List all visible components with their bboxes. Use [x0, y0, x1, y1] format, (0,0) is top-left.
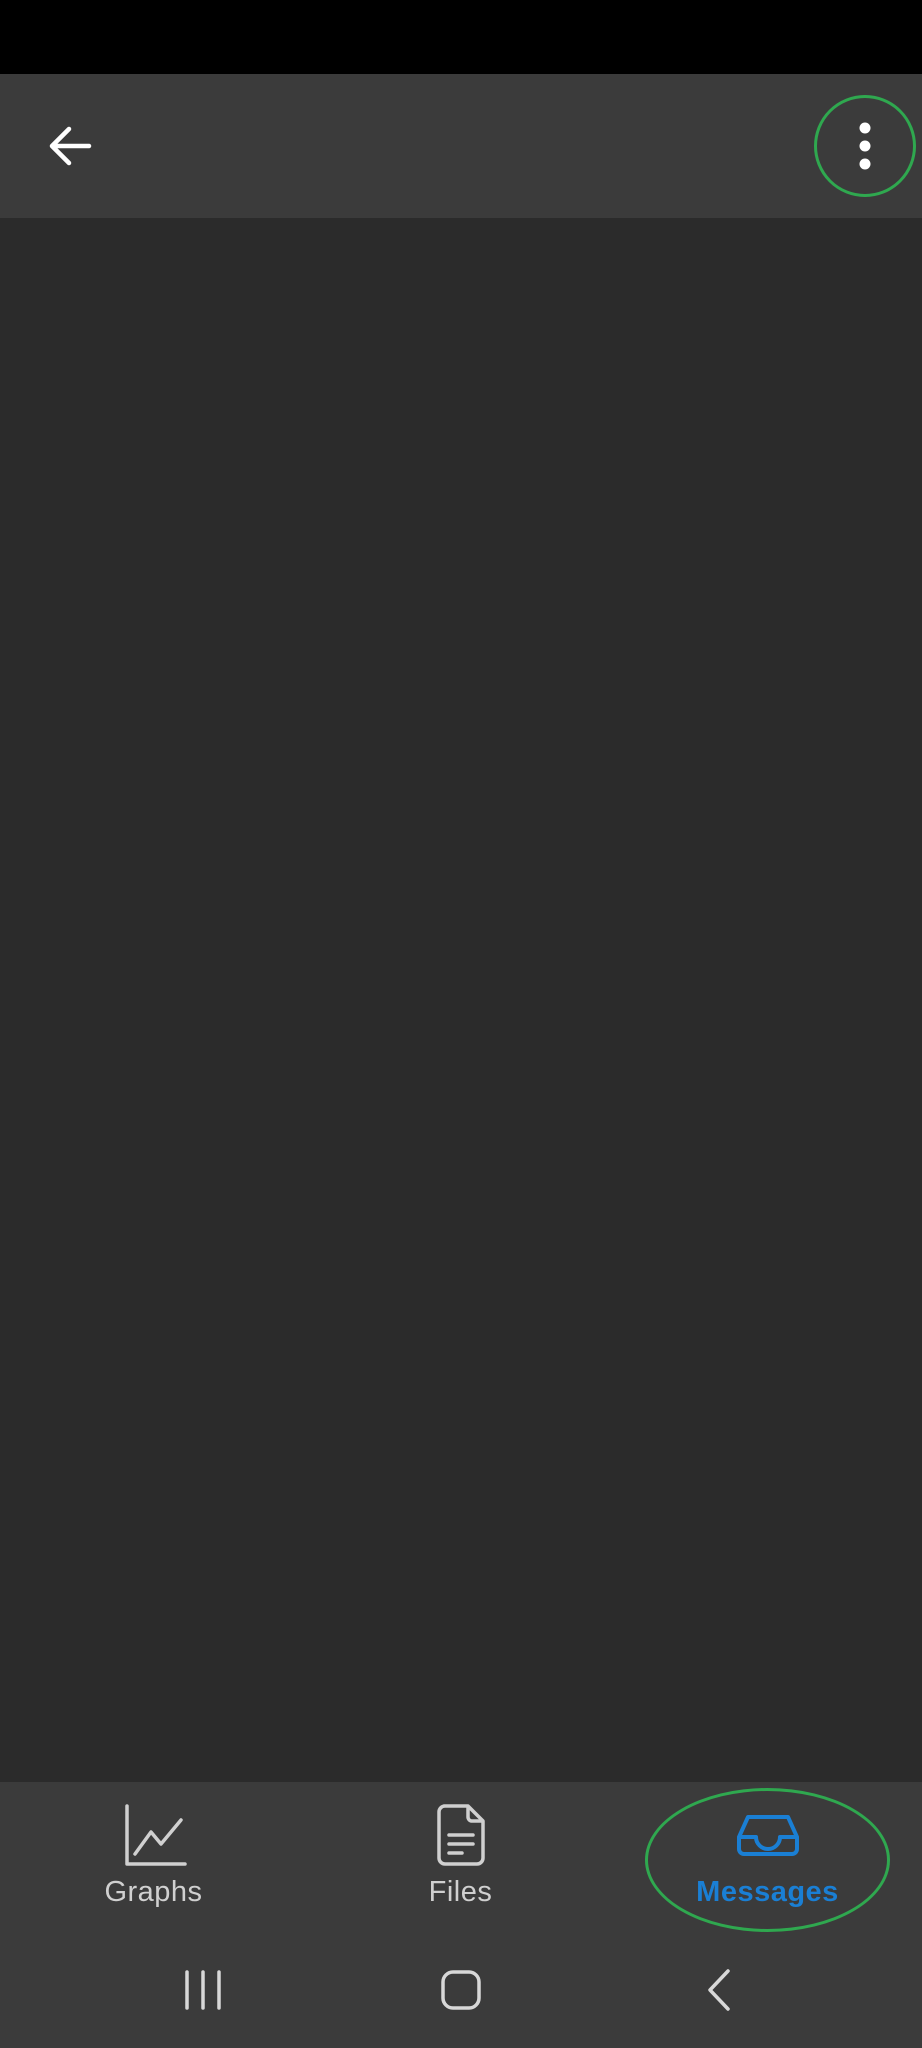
chart-line-icon [119, 1800, 189, 1870]
nav-item-graphs[interactable]: Graphs [0, 1782, 307, 1932]
more-options-button[interactable] [815, 96, 915, 196]
nav-label-graphs: Graphs [104, 1876, 203, 1908]
nav-item-messages[interactable]: Messages [614, 1782, 921, 1932]
recents-icon [185, 1970, 221, 2010]
system-back-button[interactable] [680, 1950, 760, 2030]
nav-item-files[interactable]: Files [307, 1782, 614, 1932]
more-vertical-icon [859, 122, 871, 170]
app-bar [0, 74, 922, 218]
back-button[interactable] [30, 106, 110, 186]
status-bar [0, 0, 922, 74]
nav-label-files: Files [428, 1876, 493, 1908]
file-document-icon [426, 1800, 496, 1870]
bottom-navigation: Graphs Files Messages [0, 1782, 922, 1932]
home-button[interactable] [421, 1950, 501, 2030]
chevron-left-icon [708, 1969, 730, 2011]
recents-button[interactable] [163, 1950, 243, 2030]
system-navigation-bar [0, 1932, 922, 2048]
home-icon [441, 1970, 481, 2010]
arrow-left-icon [49, 126, 92, 166]
nav-label-messages: Messages [696, 1876, 839, 1908]
app-screen: Graphs Files Messages [0, 0, 922, 2048]
messages-content-area [0, 218, 922, 1782]
inbox-tray-icon [733, 1800, 803, 1870]
